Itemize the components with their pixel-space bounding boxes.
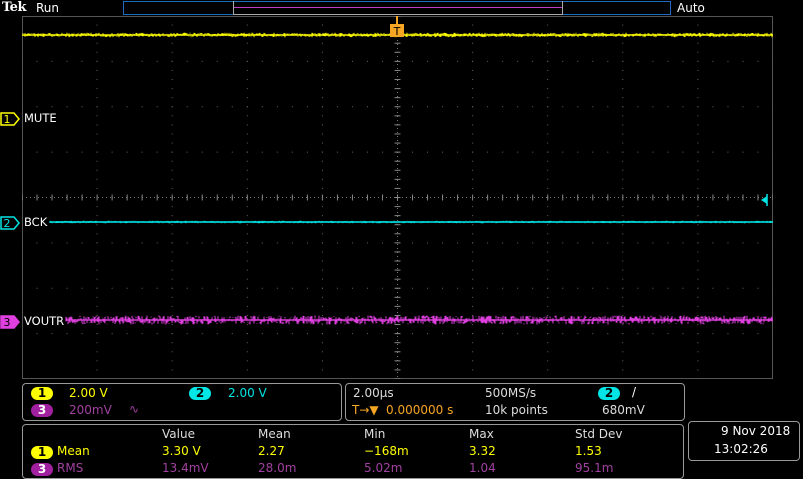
trigger-source-badge[interactable]: 2 (598, 387, 620, 400)
measure-max: 1.04 (469, 461, 496, 475)
svg-text:1: 1 (4, 113, 11, 126)
measure-min: 5.02m (364, 461, 403, 475)
measurements-panel[interactable]: Value Mean Min Max Std Dev 1 Mean 3.30 V… (22, 424, 684, 479)
sample-rate: 500MS/s (485, 386, 537, 400)
ch2-badge[interactable]: 2 (189, 387, 211, 400)
measure-header-mean: Mean (258, 427, 291, 441)
rising-edge-icon: / (632, 385, 637, 399)
ch1-marker[interactable]: 1 (0, 111, 20, 126)
measure-std: 95.1m (575, 461, 614, 475)
ch1-scale[interactable]: 2.00 V (69, 386, 108, 400)
trigger-delay-icon: T→▼ (352, 403, 379, 417)
record-view-window[interactable] (233, 1, 563, 15)
ac-coupling-icon: ∿ (129, 402, 140, 416)
measure-mean: 2.27 (258, 444, 285, 458)
ch2-scale[interactable]: 2.00 V (228, 386, 267, 400)
trigger-mode[interactable]: Auto (677, 1, 705, 15)
measure-ch3-badge: 3 (31, 463, 53, 476)
time-label: 13:02:26 (714, 442, 768, 456)
measure-ch1-badge: 1 (31, 446, 53, 459)
measure-value: 13.4mV (162, 461, 209, 475)
measure-min: −168m (364, 444, 409, 458)
measure-value: 3.30 V (162, 444, 201, 458)
tek-logo: Tek (2, 0, 26, 15)
vertical-settings-panel[interactable]: 1 2.00 V 2 2.00 V 3 200mV ∿ (22, 383, 342, 421)
horizontal-trigger-panel[interactable]: 2.00µs 500MS/s 2 / T→▼ 0.000000 s 10k po… (345, 383, 685, 421)
time-per-div[interactable]: 2.00µs (353, 386, 394, 400)
measure-header-max: Max (469, 427, 494, 441)
waveform-graticule[interactable]: T (22, 16, 773, 379)
datetime-panel: 9 Nov 2018 13:02:26 (688, 421, 800, 461)
ch2-label: BCK (24, 215, 48, 229)
trigger-marker-label: T (393, 25, 401, 38)
measure-mean: 28.0m (258, 461, 297, 475)
run-status[interactable]: Run (36, 1, 59, 15)
trigger-level[interactable]: 680mV (602, 403, 645, 417)
ch3-badge[interactable]: 3 (31, 404, 53, 417)
measure-type: RMS (57, 461, 84, 475)
ch1-badge[interactable]: 1 (31, 387, 53, 400)
record-length[interactable]: 10k points (485, 403, 548, 417)
svg-text:2: 2 (4, 217, 11, 230)
measure-header-value: Value (162, 427, 195, 441)
measure-header-min: Min (364, 427, 386, 441)
svg-text:3: 3 (4, 316, 11, 329)
measure-max: 3.32 (469, 444, 496, 458)
measure-header-std: Std Dev (575, 427, 623, 441)
ch1-label: MUTE (24, 111, 57, 125)
trigger-delay[interactable]: 0.000000 s (386, 403, 453, 417)
ch3-marker[interactable]: 3 (0, 314, 20, 329)
ch3-label: VOUTR (24, 314, 65, 328)
date-label: 9 Nov 2018 (721, 424, 791, 438)
ch2-marker[interactable]: 2 (0, 215, 20, 230)
measure-type: Mean (57, 444, 90, 458)
measure-std: 1.53 (575, 444, 602, 458)
ch3-scale[interactable]: 200mV (69, 403, 112, 417)
